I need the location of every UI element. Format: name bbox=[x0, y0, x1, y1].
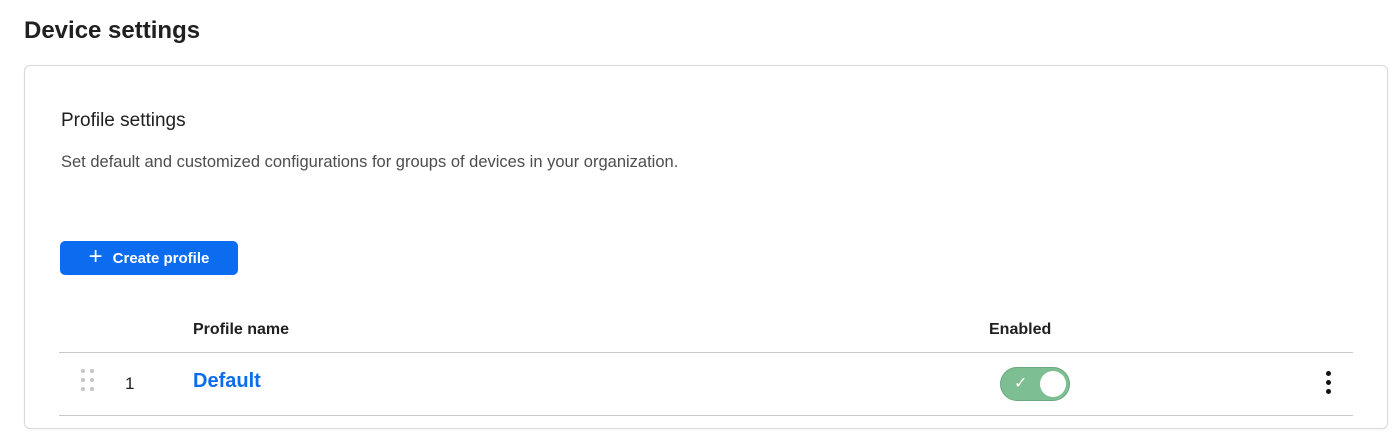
profile-settings-card: Profile settings Set default and customi… bbox=[24, 65, 1388, 429]
row-index: 1 bbox=[125, 374, 135, 393]
profile-name-link[interactable]: Default bbox=[193, 370, 261, 393]
table-row: 1 Default ✓ bbox=[59, 353, 1353, 416]
more-options-icon[interactable] bbox=[1317, 368, 1339, 398]
profiles-table: Profile name Enabled 1 Default ✓ bbox=[59, 312, 1353, 416]
create-profile-label: Create profile bbox=[112, 249, 210, 267]
create-profile-button[interactable]: + Create profile bbox=[60, 241, 238, 275]
check-icon: ✓ bbox=[1014, 375, 1028, 392]
enabled-toggle[interactable]: ✓ bbox=[1000, 367, 1070, 401]
page-title: Device settings bbox=[24, 17, 201, 44]
section-title: Profile settings bbox=[61, 110, 186, 131]
toggle-knob bbox=[1040, 371, 1066, 397]
plus-icon: + bbox=[88, 243, 103, 270]
table-header: Profile name Enabled bbox=[59, 312, 1353, 353]
section-description: Set default and customized configuration… bbox=[61, 153, 679, 171]
column-header-profile-name: Profile name bbox=[193, 321, 290, 338]
column-header-enabled: Enabled bbox=[989, 321, 1052, 338]
drag-handle-icon[interactable] bbox=[79, 367, 97, 397]
